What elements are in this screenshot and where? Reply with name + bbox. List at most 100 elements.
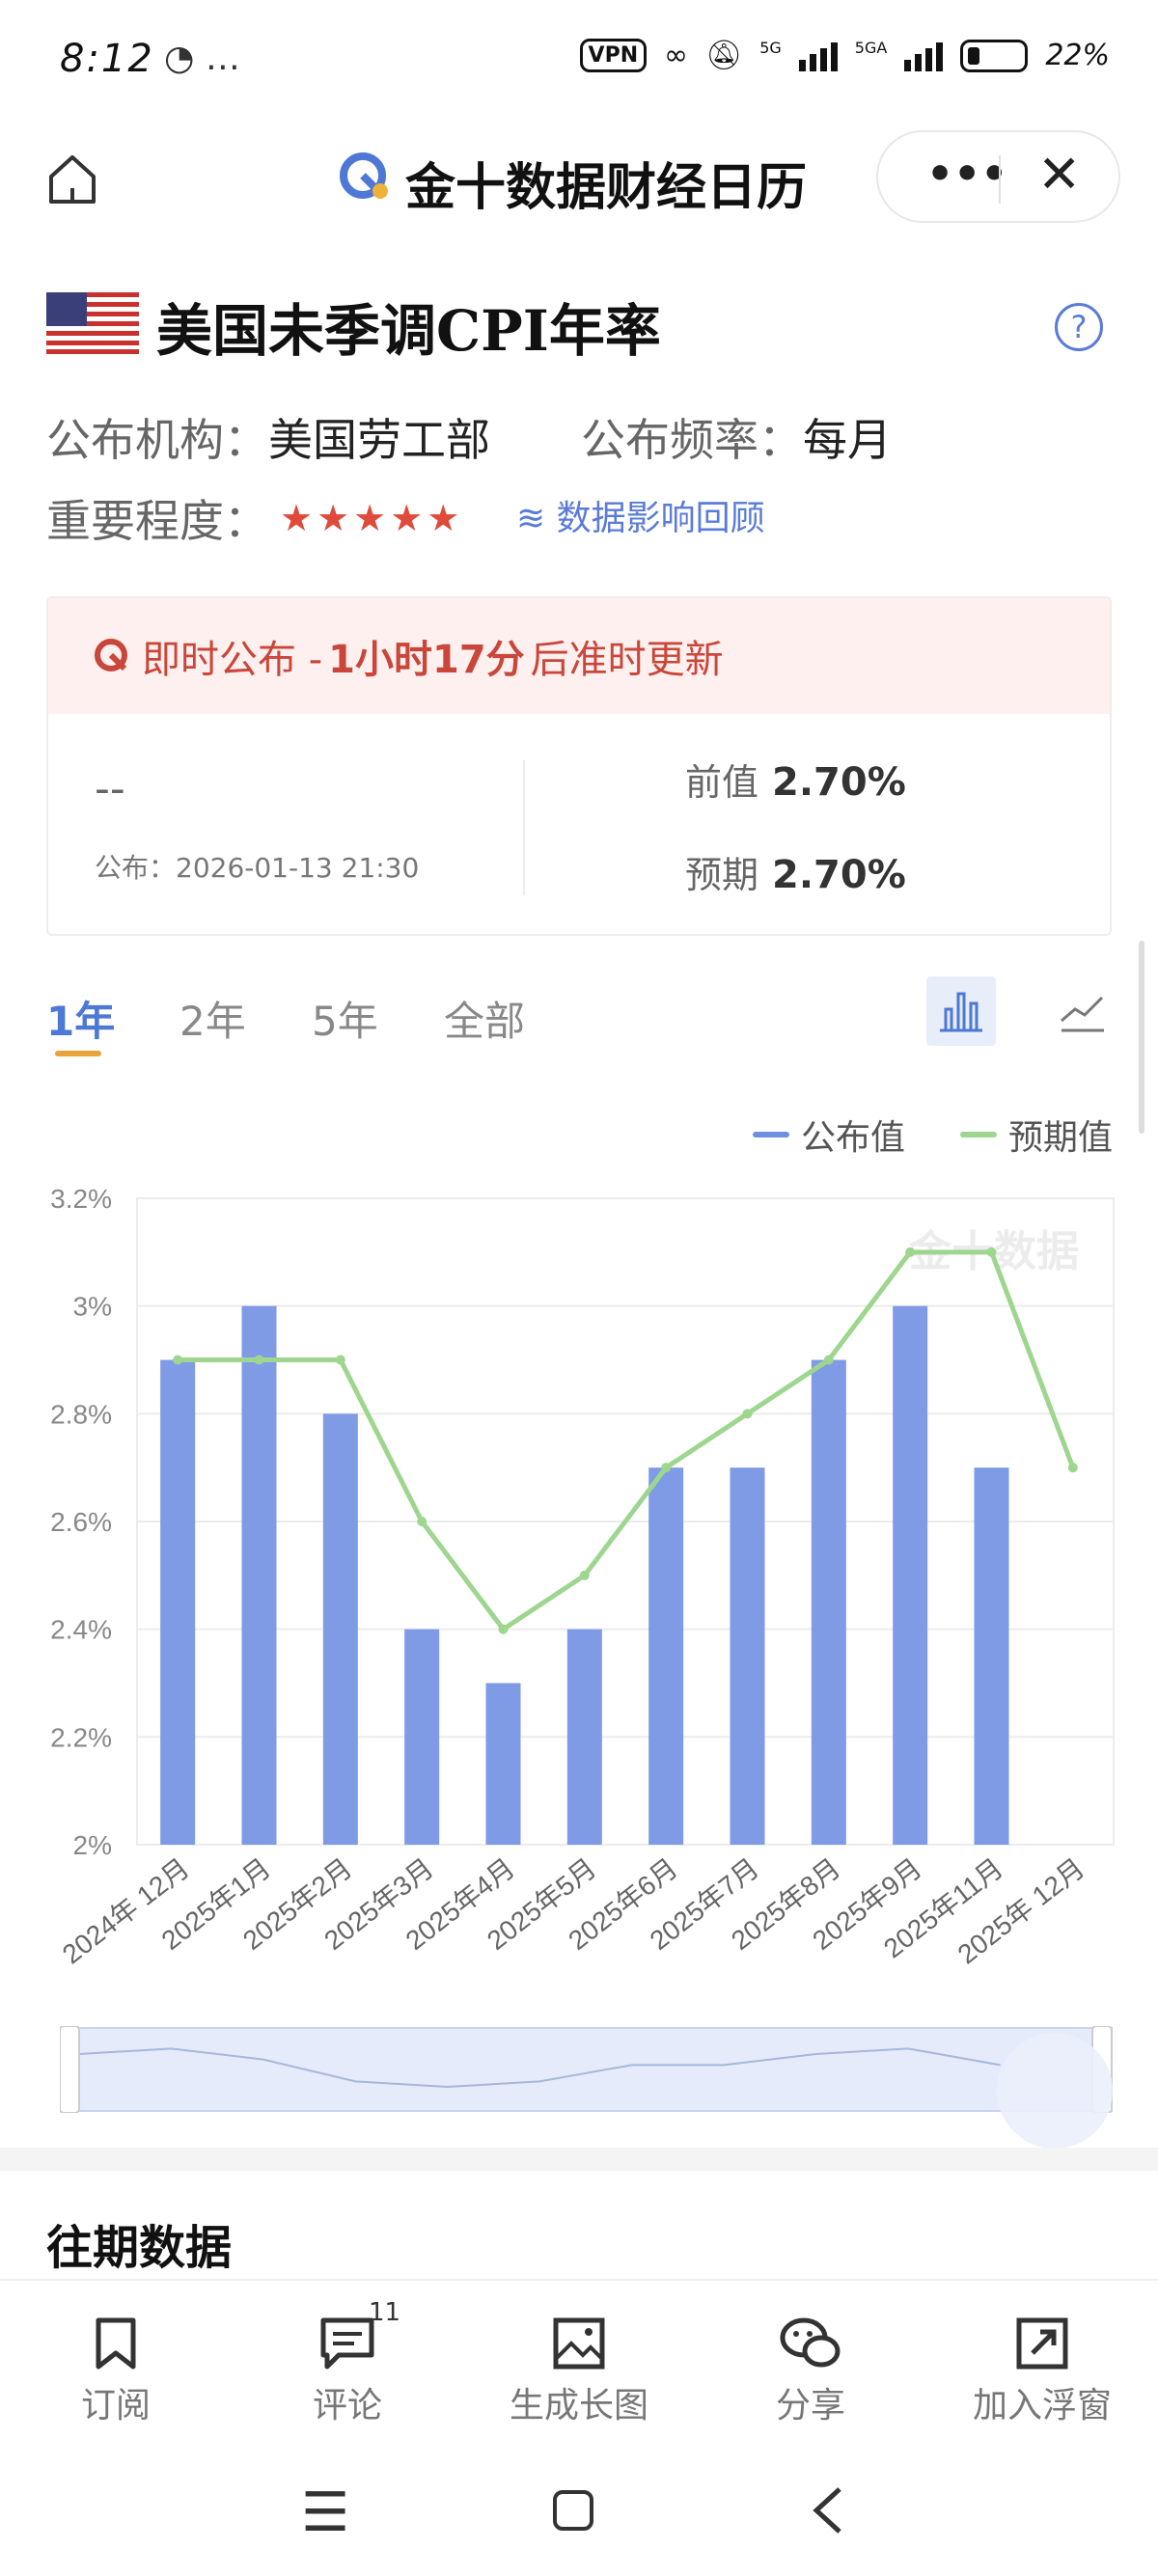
network-label-2: 5GA (854, 39, 888, 57)
expected-point[interactable] (823, 1355, 834, 1365)
bar-actual[interactable] (404, 1629, 440, 1845)
card-divider (523, 760, 525, 895)
wechat-icon (780, 2317, 841, 2368)
help-icon[interactable]: ? (1055, 303, 1103, 351)
page-scroll-indicator (1139, 941, 1144, 1134)
legend-actual[interactable]: 公布值 (753, 1110, 905, 1160)
back-icon[interactable] (809, 2485, 847, 2535)
frequency-value: 每月 (803, 414, 892, 466)
mute-icon: 🔕︎ (705, 39, 743, 72)
comment-count-badge: 11 (369, 2298, 401, 2327)
header-title: 金十数据财经日历 (405, 159, 808, 217)
section-separator (0, 2148, 1158, 2171)
bar-actual[interactable] (893, 1305, 928, 1845)
float-window-icon (1016, 2317, 1068, 2370)
importance-label: 重要程度： (46, 495, 268, 547)
expected-line (178, 1249, 1076, 1632)
menu-icon[interactable]: ☰ (301, 2481, 349, 2544)
add-float-window-button[interactable]: 加入浮窗 (946, 2310, 1139, 2427)
banner-prefix: 即时公布 - (142, 638, 323, 682)
slider-left-handle[interactable] (60, 2026, 80, 2113)
forecast-row: 预期 2.70% (685, 845, 906, 898)
history-section-title: 往期数据 (46, 2221, 233, 2275)
bottom-action-bar: 订阅 11 评论 生成长图 分享 加入浮窗 (0, 2279, 1158, 2443)
line-chart-toggle-icon[interactable] (1048, 976, 1117, 1046)
tab-5-years[interactable]: 5年 (312, 989, 378, 1048)
floating-bubble[interactable] (997, 2033, 1113, 2149)
tab-1-year[interactable]: 1年 (46, 989, 115, 1048)
page-title: 美国未季调CPI年率 (156, 298, 661, 364)
y-tick-label: 2.4% (50, 1615, 112, 1645)
bar-actual[interactable] (730, 1467, 765, 1845)
previous-value: 2.70% (772, 760, 906, 805)
jin10-logo-icon (340, 152, 388, 199)
publisher-value: 美国劳工部 (268, 414, 490, 466)
cpi-chart[interactable]: 3.2%3%2.8%2.6%2.4%2.2%2%金十数据2024年 12月202… (0, 1158, 1158, 2026)
expected-point[interactable] (335, 1355, 345, 1365)
comment-button[interactable]: 11 评论 (251, 2298, 444, 2427)
previous-row: 前值 2.70% (685, 753, 906, 806)
link-icon: ∞ (664, 39, 689, 72)
subscribe-button[interactable]: 订阅 (19, 2310, 212, 2427)
battery-icon (960, 39, 1029, 72)
y-tick-label: 2% (73, 1830, 112, 1860)
importance-row: 重要程度： (46, 486, 268, 550)
battery-level: 22% (1045, 39, 1110, 72)
forecast-label: 预期 (685, 854, 759, 896)
bar-actual[interactable] (160, 1359, 196, 1846)
tab-all[interactable]: 全部 (444, 989, 525, 1048)
chart-range-slider[interactable] (60, 2026, 1121, 2113)
bar-actual[interactable] (485, 1683, 521, 1846)
more-icon[interactable]: ••• (926, 150, 1007, 199)
us-flag-icon (46, 292, 139, 354)
expected-point[interactable] (1067, 1463, 1078, 1473)
signal-icon-2 (904, 41, 944, 71)
share-label: 分享 (775, 2386, 845, 2425)
publish-time: 公布：2026-01-13 21:30 (95, 852, 420, 884)
bar-actual[interactable] (648, 1467, 684, 1845)
mini-program-capsule: ••• ✕ (876, 130, 1120, 223)
app-header: 金十数据财经日历 ••• ✕ (0, 125, 1158, 241)
bar-actual[interactable] (241, 1305, 277, 1845)
status-bar: 8:12 ◔ … VPN ∞ 🔕︎ 5G 5GA 22% (0, 0, 1158, 125)
forecast-value: 2.70% (772, 853, 906, 897)
image-icon (553, 2317, 605, 2370)
bar-actual[interactable] (566, 1629, 602, 1845)
bar-actual[interactable] (322, 1413, 358, 1845)
close-icon[interactable]: ✕ (1037, 144, 1081, 205)
y-tick-label: 2.8% (50, 1399, 112, 1429)
frequency-row: 公布频率：每月 (581, 405, 892, 469)
system-nav-bar: ☰ (0, 2443, 1158, 2576)
comment-label: 评论 (312, 2386, 382, 2425)
tab-2-years[interactable]: 2年 (179, 989, 246, 1048)
expected-point[interactable] (579, 1570, 590, 1580)
generate-long-image-label: 生成长图 (509, 2386, 648, 2425)
expected-point[interactable] (498, 1624, 509, 1634)
home-icon[interactable] (43, 150, 101, 207)
expected-point[interactable] (417, 1517, 427, 1526)
generate-long-image-button[interactable]: 生成长图 (482, 2310, 676, 2427)
expected-point[interactable] (742, 1409, 753, 1419)
y-tick-label: 3.2% (50, 1184, 112, 1214)
share-button[interactable]: 分享 (714, 2310, 907, 2427)
network-label-1: 5G (759, 39, 782, 57)
expected-point[interactable] (254, 1355, 264, 1365)
subscribe-label: 订阅 (80, 2386, 151, 2425)
bar-actual[interactable] (974, 1467, 1009, 1845)
status-time: 8:12 (60, 37, 154, 81)
legend-actual-label: 公布值 (801, 1118, 906, 1158)
countdown: 1小时17分 (328, 638, 525, 682)
capsule-divider (999, 155, 1001, 204)
expected-point[interactable] (905, 1247, 916, 1257)
banner-suffix: 后准时更新 (530, 638, 724, 682)
home-square-icon[interactable] (552, 2489, 594, 2532)
vpn-badge: VPN (579, 39, 648, 72)
legend-expected[interactable]: 预期值 (960, 1110, 1113, 1160)
expected-point[interactable] (173, 1355, 183, 1365)
data-impact-review-link[interactable]: ≋ 数据影响回顾 (516, 490, 765, 540)
bar-actual[interactable] (811, 1359, 846, 1846)
notification-icon: ◔ (164, 39, 195, 78)
expected-point[interactable] (661, 1463, 672, 1473)
expected-point[interactable] (986, 1247, 997, 1257)
bar-chart-toggle[interactable] (926, 976, 996, 1046)
